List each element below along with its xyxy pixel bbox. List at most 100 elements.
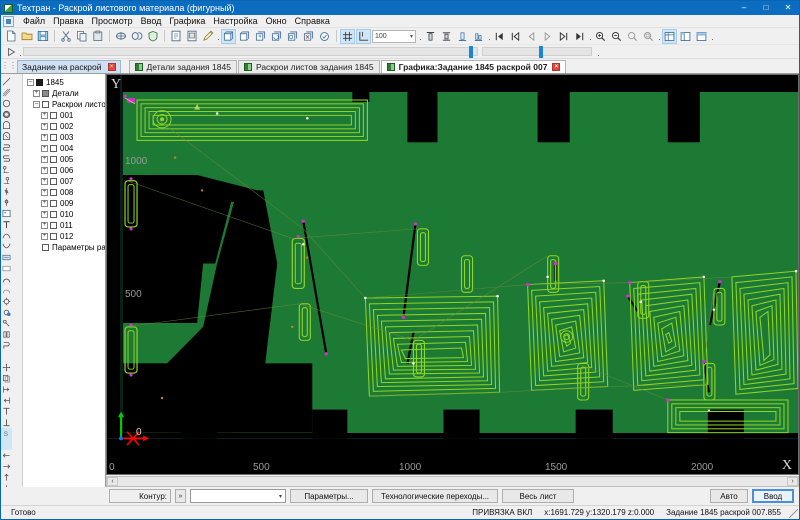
scissors-icon[interactable]: [58, 29, 73, 44]
dim-icon[interactable]: [1, 164, 12, 175]
tree-node-nesting-parameters[interactable]: Параметры раскроя: [25, 242, 105, 253]
last-step-icon[interactable]: [572, 29, 587, 44]
tab-parts-of-job[interactable]: Детали задания 1845: [128, 60, 237, 73]
expander-icon[interactable]: +: [41, 156, 48, 163]
expander-icon[interactable]: +: [41, 189, 48, 196]
dock-tab-nesting-task[interactable]: Задание на раскрой ×: [17, 60, 121, 73]
rounded-rect-icon[interactable]: [1, 120, 12, 131]
bottom-align-icon[interactable]: [1, 417, 12, 428]
expander-icon[interactable]: +: [41, 233, 48, 240]
menu-item-window[interactable]: Окно: [262, 15, 291, 27]
tree-node-002[interactable]: + 002: [25, 121, 105, 132]
save-disk-icon[interactable]: [35, 29, 50, 44]
scale-s-icon[interactable]: S: [1, 428, 12, 439]
expander-icon[interactable]: +: [41, 211, 48, 218]
close-icon[interactable]: ×: [552, 63, 561, 71]
prev-step-icon[interactable]: [508, 29, 523, 44]
tab-right-icon[interactable]: [1, 395, 12, 406]
scroll-right-arrow-icon[interactable]: ›: [787, 477, 798, 486]
menu-item-edit[interactable]: Правка: [49, 15, 87, 27]
nest-page-icon[interactable]: [184, 29, 199, 44]
playback-slider-primary[interactable]: [23, 46, 478, 58]
slider-knob[interactable]: [469, 46, 473, 58]
expander-icon[interactable]: +: [41, 134, 48, 141]
tree-node-003[interactable]: + 003: [25, 132, 105, 143]
copy-icon[interactable]: [74, 29, 89, 44]
text-icon[interactable]: [1, 219, 12, 230]
top-align-icon[interactable]: [1, 406, 12, 417]
paste-icon[interactable]: [90, 29, 105, 44]
tree-node-sheet-nestings[interactable]: – Раскрои листов: [25, 99, 105, 110]
nest-add-icon[interactable]: [237, 29, 252, 44]
tab-graphics-nesting-007[interactable]: Графика:Задание 1845 раскрой 007 ×: [380, 60, 567, 73]
pencil-icon[interactable]: [200, 29, 215, 44]
parameters-button[interactable]: Параметры...: [290, 489, 368, 503]
maximize-button[interactable]: □: [755, 1, 777, 15]
horizontal-scrollbar[interactable]: ‹ ›: [106, 476, 799, 487]
tree-node-012[interactable]: + 012: [25, 231, 105, 242]
tree-node-parts[interactable]: + Детали: [25, 88, 105, 99]
curve-icon[interactable]: [1, 230, 12, 241]
arc-left-icon[interactable]: [1, 274, 12, 285]
spline-mirror-icon[interactable]: [1, 153, 12, 164]
tech-transitions-button[interactable]: Технологические переходы...: [372, 489, 498, 503]
zoom-out-icon[interactable]: [609, 29, 624, 44]
first-step-icon[interactable]: [492, 29, 507, 44]
tree-node-007[interactable]: + 007: [25, 176, 105, 187]
nest-move-icon[interactable]: [253, 29, 268, 44]
label-alt-icon[interactable]: [1, 263, 12, 274]
scale-s2-icon[interactable]: [1, 439, 12, 450]
bolt-alt-icon[interactable]: [1, 197, 12, 208]
align-middle-icon[interactable]: [439, 29, 454, 44]
menu-item-help[interactable]: Справка: [291, 15, 334, 27]
curve-alt-icon[interactable]: [1, 241, 12, 252]
nest-auto-icon[interactable]: [221, 28, 236, 44]
zoom-fit-icon[interactable]: [641, 29, 656, 44]
nest-delete-icon[interactable]: [301, 29, 316, 44]
scroll-left-arrow-icon[interactable]: ‹: [107, 477, 118, 486]
nest-rotate-icon[interactable]: [269, 29, 284, 44]
tree-node-009[interactable]: + 009: [25, 198, 105, 209]
shield-icon[interactable]: [145, 29, 160, 44]
tree-node-006[interactable]: + 006: [25, 165, 105, 176]
spline-icon[interactable]: [1, 142, 12, 153]
tree-node-1845[interactable]: – 1845: [25, 77, 105, 88]
line-icon[interactable]: [1, 76, 12, 87]
next-step-icon[interactable]: [556, 29, 571, 44]
tree-node-001[interactable]: + 001: [25, 110, 105, 121]
menu-item-graphics[interactable]: Графика: [165, 15, 209, 27]
copy-shape-icon[interactable]: [1, 373, 12, 384]
move-icon[interactable]: [1, 362, 12, 373]
menu-item-input[interactable]: Ввод: [137, 15, 166, 27]
sheet-3d-icon[interactable]: [129, 29, 144, 44]
dim-alt-icon[interactable]: [1, 175, 12, 186]
list-view-icon[interactable]: [694, 29, 709, 44]
open-folder-icon[interactable]: [19, 29, 34, 44]
blank-icon[interactable]: [1, 351, 12, 362]
auto-button[interactable]: Авто: [710, 489, 748, 503]
play-icon[interactable]: [4, 46, 18, 58]
arrow-right-icon[interactable]: [1, 461, 12, 472]
expander-icon[interactable]: –: [27, 79, 34, 86]
menu-item-file[interactable]: Файл: [19, 15, 49, 27]
circle-icon[interactable]: [1, 98, 12, 109]
expander-icon[interactable]: –: [33, 101, 40, 108]
close-icon[interactable]: ×: [107, 63, 116, 71]
nesting-task-tree[interactable]: – 1845 + Детали – Раскрои листов + 001 +: [23, 74, 106, 487]
expander-icon[interactable]: +: [41, 222, 48, 229]
align-bottom-icon[interactable]: [455, 29, 470, 44]
split-view-icon[interactable]: [678, 29, 693, 44]
expander-icon[interactable]: +: [41, 178, 48, 185]
scroll-track[interactable]: [118, 477, 787, 486]
mirror-icon[interactable]: [1, 340, 12, 351]
snap-icon[interactable]: [356, 28, 371, 44]
step-forward-icon[interactable]: [540, 29, 555, 44]
gear-icon[interactable]: [1, 296, 12, 307]
chain-icon[interactable]: [1, 329, 12, 340]
contour-expand-button[interactable]: »: [175, 489, 186, 503]
tree-node-010[interactable]: + 010: [25, 209, 105, 220]
resize-grip-icon[interactable]: [787, 507, 799, 519]
enter-button[interactable]: Ввод: [752, 489, 794, 503]
expander-icon[interactable]: +: [41, 200, 48, 207]
slider-knob[interactable]: [539, 46, 543, 58]
